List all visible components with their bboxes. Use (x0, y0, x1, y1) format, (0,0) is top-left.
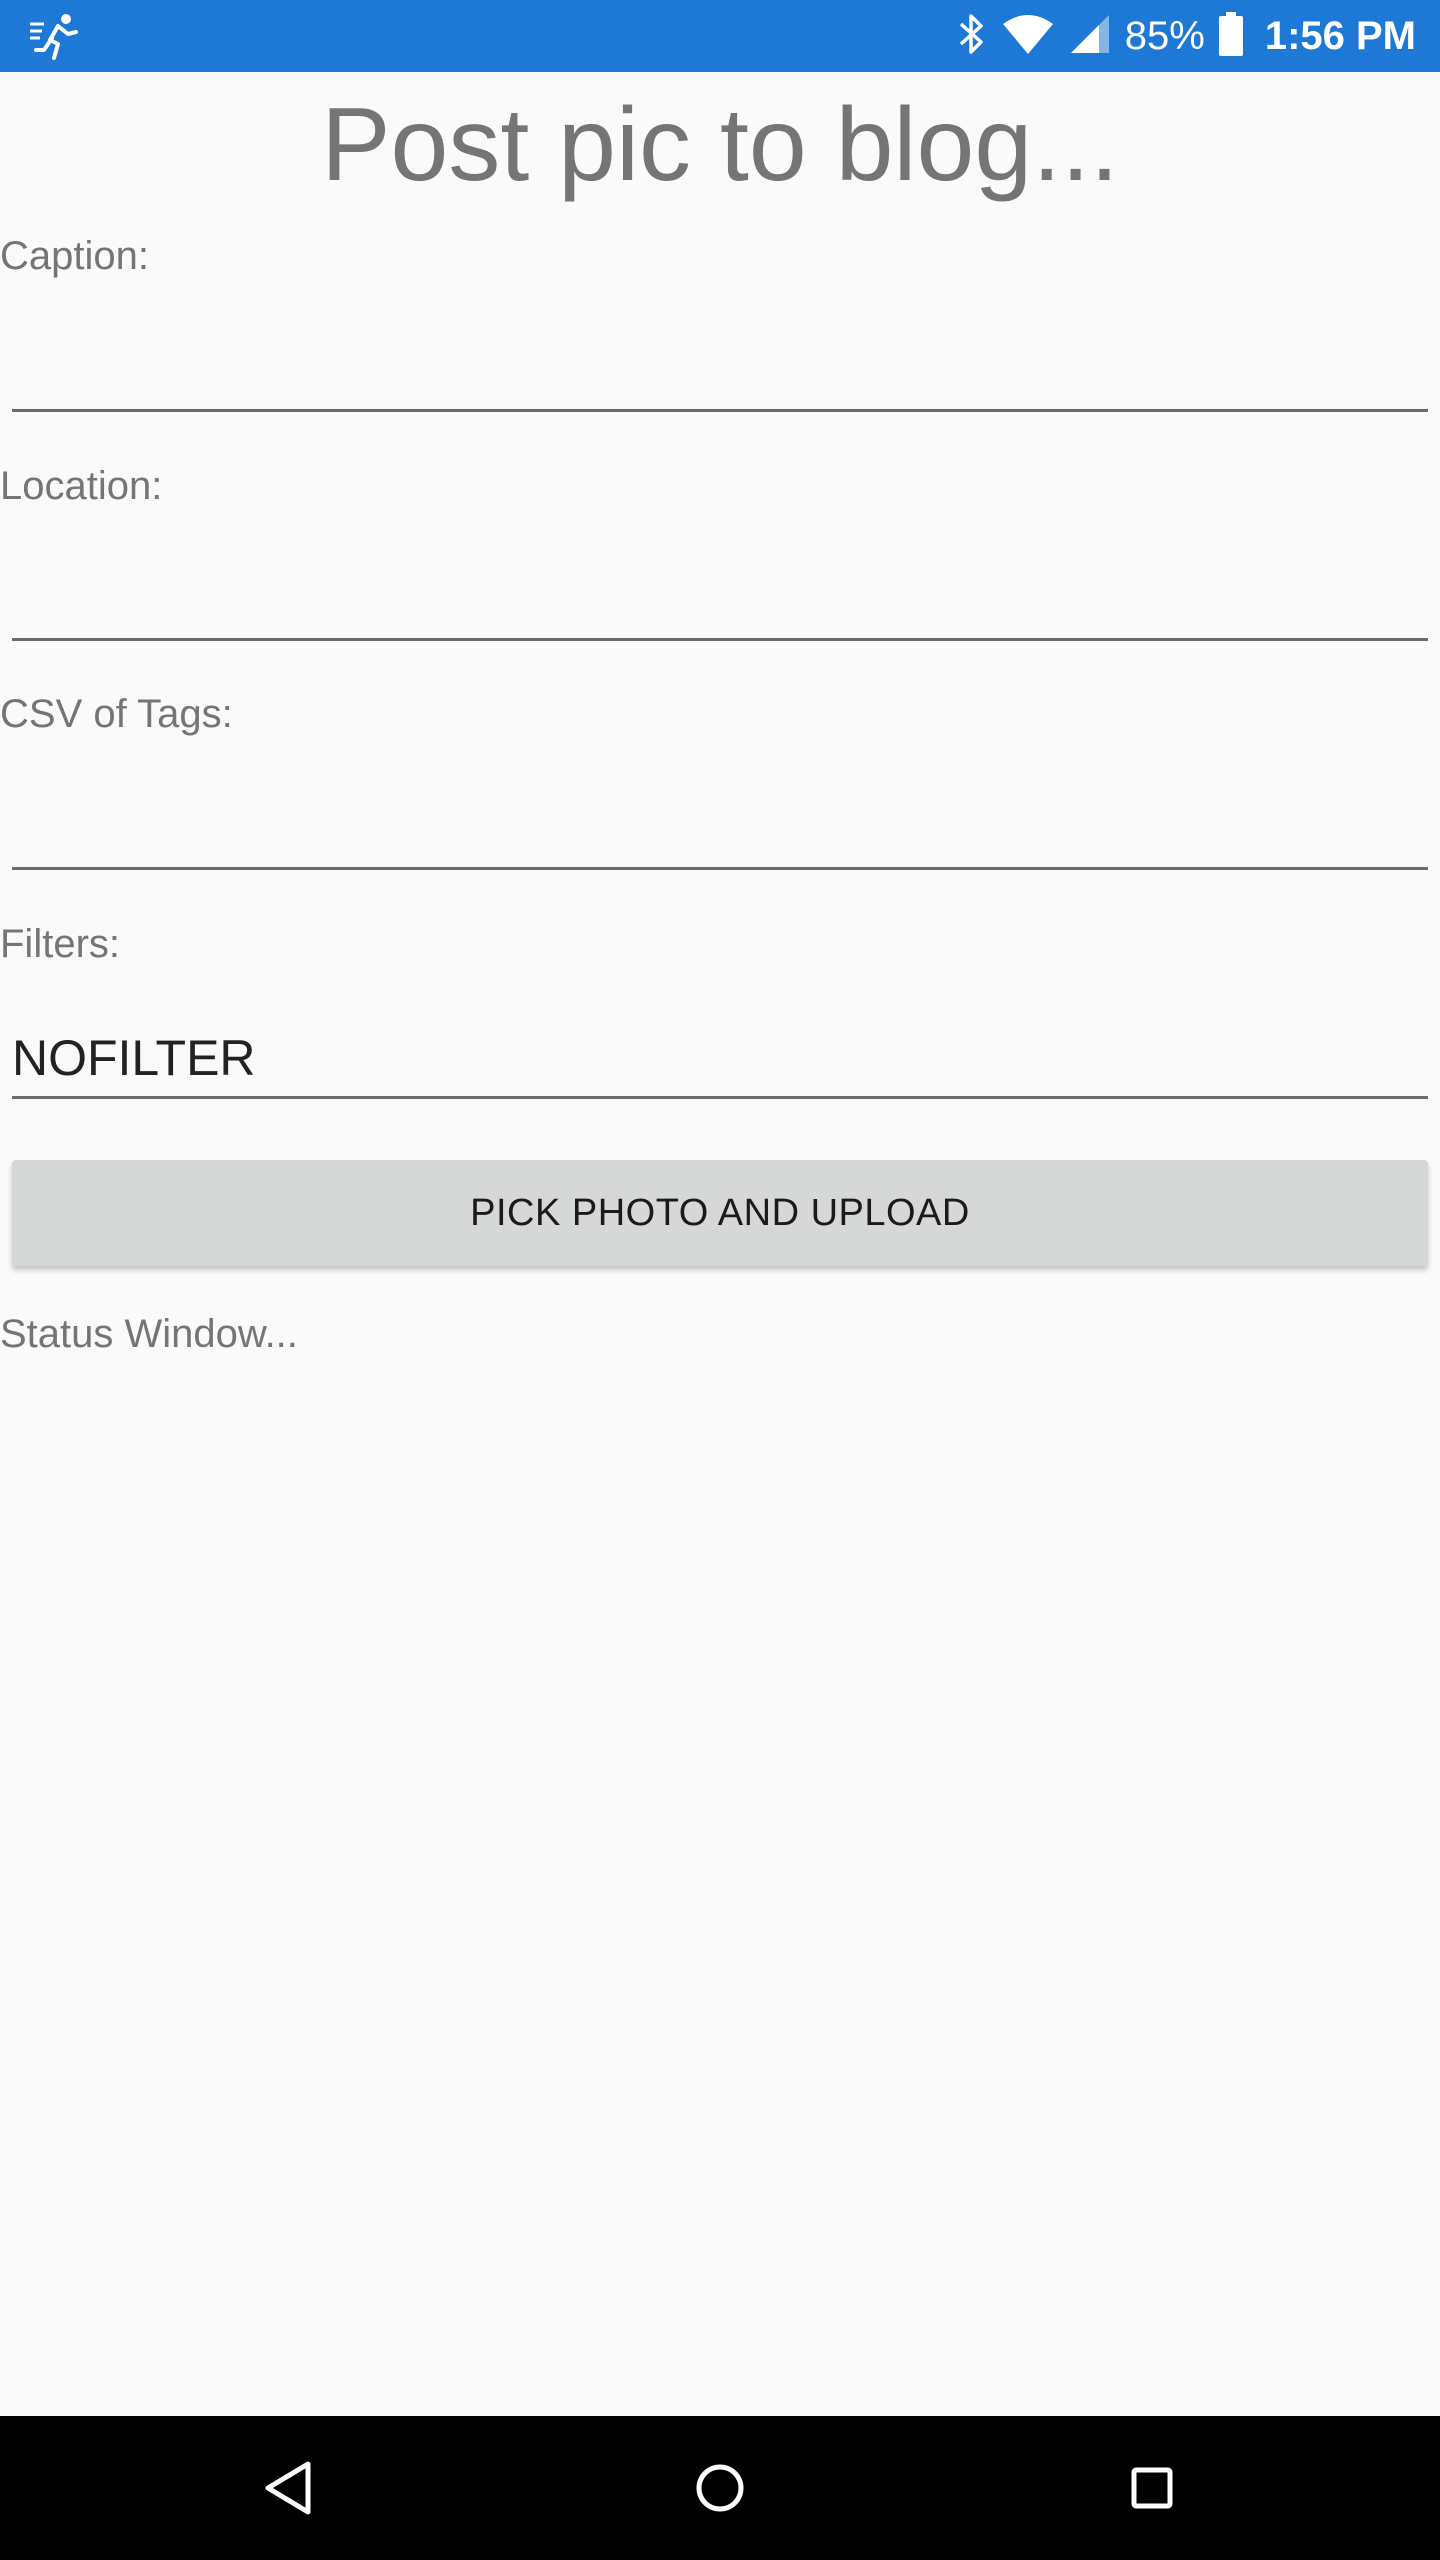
clock: 1:56 PM (1264, 13, 1416, 58)
tags-input[interactable] (12, 790, 1428, 870)
filters-label: Filters: (0, 922, 120, 966)
caption-label: Caption: (0, 234, 149, 278)
tags-label: CSV of Tags: (0, 692, 233, 736)
caption-input[interactable] (12, 332, 1428, 412)
page-title: Post pic to blog... (321, 87, 1119, 203)
home-icon[interactable] (684, 2452, 756, 2524)
location-input[interactable] (12, 561, 1428, 641)
status-bar: 85% 1:56 PM (0, 0, 1440, 72)
running-app-icon (28, 12, 80, 60)
bluetooth-icon (957, 12, 987, 61)
battery-icon (1218, 11, 1243, 61)
wifi-icon (1001, 12, 1055, 61)
cell-signal-icon (1069, 13, 1111, 60)
back-icon[interactable] (252, 2452, 324, 2524)
pick-photo-upload-button[interactable]: PICK PHOTO AND UPLOAD (12, 1160, 1428, 1266)
filters-input[interactable] (12, 1019, 1428, 1099)
location-label: Location: (0, 464, 163, 508)
navigation-bar (0, 2416, 1440, 2560)
recents-icon[interactable] (1116, 2452, 1188, 2524)
status-window: Status Window... (0, 1312, 298, 1356)
battery-percent: 85% (1124, 13, 1205, 58)
